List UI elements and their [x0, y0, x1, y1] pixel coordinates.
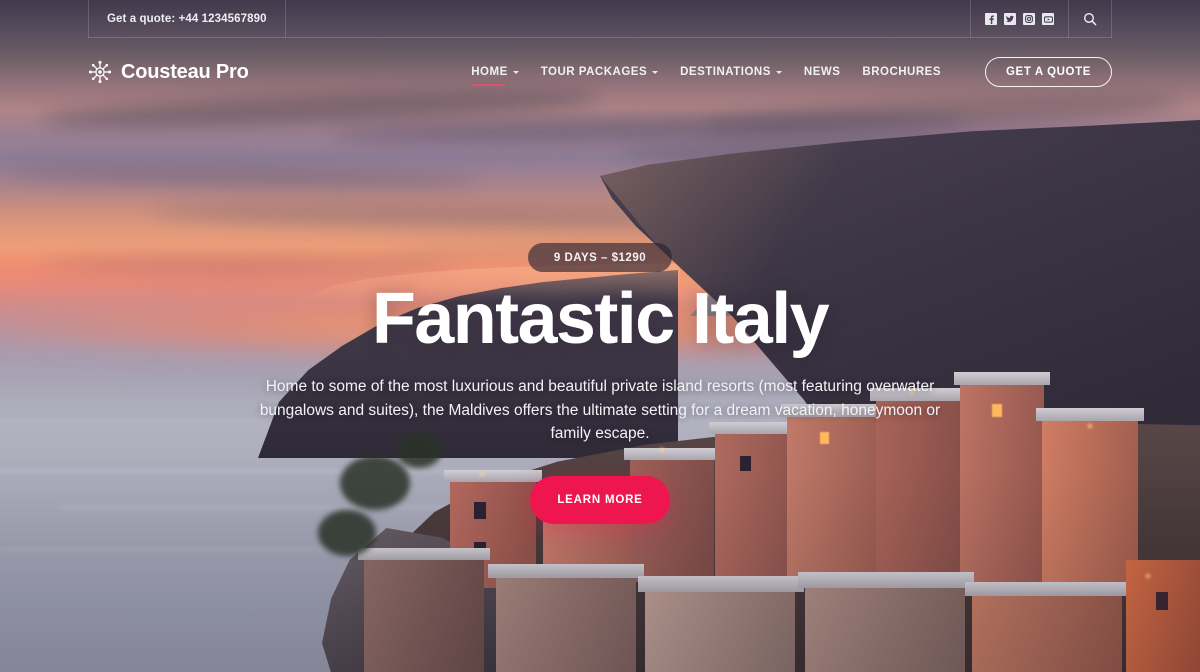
roof	[638, 576, 804, 592]
quote-phone[interactable]: Get a quote: +44 1234567890	[89, 0, 285, 38]
vegetation	[340, 456, 410, 510]
building	[715, 430, 793, 580]
vegetation	[318, 510, 376, 556]
page-title: Fantastic Italy	[371, 279, 830, 359]
building	[364, 556, 484, 672]
street-light	[1088, 424, 1092, 428]
street-light	[480, 472, 484, 476]
hero-description: Home to some of the most luxurious and b…	[259, 377, 941, 443]
tour-price-badge: 9 DAYS – $1290	[527, 243, 673, 272]
nav-item-label: BROCHURES	[862, 66, 942, 78]
window	[474, 502, 486, 519]
window	[740, 456, 751, 471]
nav-item-label: DESTINATIONS	[680, 66, 771, 78]
chevron-down-icon	[512, 71, 519, 74]
main-navigation: Cousteau Pro HOME TOUR PACKAGES DESTINAT…	[0, 38, 1200, 106]
building	[960, 380, 1044, 582]
top-bar: Get a quote: +44 1234567890	[0, 0, 1200, 38]
nav-menu: HOME TOUR PACKAGES DESTINATIONS NEWS BRO…	[471, 48, 1112, 96]
roof	[488, 564, 644, 578]
brand-name: Cousteau Pro	[121, 60, 249, 83]
youtube-icon[interactable]	[1042, 13, 1054, 25]
nav-item-label: TOUR PACKAGES	[540, 66, 648, 78]
topbar-divider	[284, 0, 286, 38]
nav-item-home[interactable]: HOME	[471, 48, 519, 96]
building	[1042, 416, 1138, 586]
building	[972, 592, 1122, 672]
nav-item-tour-packages[interactable]: TOUR PACKAGES	[540, 48, 659, 96]
nav-item-news[interactable]: NEWS	[804, 48, 841, 96]
roof	[965, 582, 1129, 596]
roof	[624, 448, 720, 460]
roof	[358, 548, 490, 560]
building	[645, 588, 795, 672]
nav-item-label: HOME	[471, 66, 508, 78]
search-icon	[1083, 12, 1097, 26]
nav-item-brochures[interactable]: BROCHURES	[862, 48, 941, 96]
instagram-icon[interactable]	[1023, 13, 1035, 25]
building	[496, 574, 636, 672]
nav-item-destinations[interactable]: DESTINATIONS	[680, 48, 782, 96]
brand-logo[interactable]: Cousteau Pro	[88, 60, 249, 84]
roof	[1036, 408, 1144, 421]
street-light	[1146, 574, 1150, 578]
get-a-quote-button[interactable]: GET A QUOTE	[985, 57, 1112, 87]
building	[805, 584, 965, 672]
nav-item-label: NEWS	[803, 66, 841, 78]
street-light	[660, 448, 664, 452]
ship-wheel-icon	[88, 60, 112, 84]
roof	[444, 470, 542, 482]
chevron-down-icon	[652, 71, 659, 74]
lit-window	[992, 404, 1002, 417]
window	[1156, 592, 1168, 610]
chevron-down-icon	[775, 71, 782, 74]
topbar-divider	[1111, 0, 1112, 38]
twitter-icon[interactable]	[1004, 13, 1016, 25]
roof	[954, 372, 1050, 385]
facebook-icon[interactable]	[985, 13, 997, 25]
learn-more-button[interactable]: LEARN MORE	[530, 475, 670, 524]
roof	[798, 572, 974, 588]
page-root: Get a quote: +44 1234567890 Cousteau Pro…	[0, 0, 1200, 672]
building	[1126, 560, 1200, 672]
social-links	[971, 0, 1068, 38]
search-button[interactable]	[1069, 0, 1111, 38]
